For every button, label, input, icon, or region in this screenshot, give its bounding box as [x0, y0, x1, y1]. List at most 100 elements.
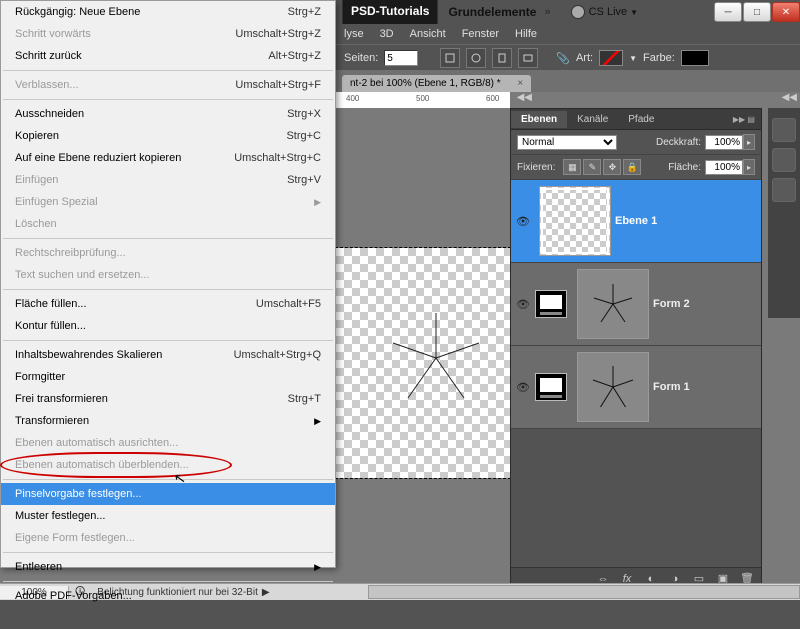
blend-mode-select[interactable]: Normal — [517, 135, 617, 150]
layer-fill-thumbnail[interactable] — [535, 373, 567, 401]
lock-pixels-icon[interactable]: ✎ — [583, 159, 601, 175]
mi-auto-align: Ebenen automatisch ausrichten... — [1, 432, 335, 454]
art-label: Art: — [576, 52, 593, 64]
menu-3d[interactable]: 3D — [380, 28, 394, 40]
layer-vectormask-thumbnail[interactable] — [577, 352, 649, 422]
cs-live-label: CS Live — [589, 6, 628, 18]
dock-strip — [768, 108, 800, 318]
flache-stepper[interactable]: ▸ — [743, 159, 755, 175]
cs-live-icon — [571, 5, 585, 19]
panel-collapse-icon[interactable]: ◀◀ — [517, 92, 532, 103]
ruler-tick: 500 — [416, 94, 429, 103]
main-menubar: lyse 3D Ansicht Fenster Hilfe — [336, 24, 800, 44]
panel-tabs: Ebenen Kanäle Pfade ▶▶ ▤ — [511, 109, 761, 130]
mi-paste-special: Einfügen Spezial▶ — [1, 191, 335, 213]
mi-auto-blend: Ebenen automatisch überblenden... — [1, 454, 335, 476]
fixieren-label: Fixieren: — [517, 162, 555, 173]
layer-row-form1[interactable]: 👁 Form 1 — [511, 346, 761, 429]
layout-option-4-icon[interactable] — [518, 48, 538, 68]
canvas-area[interactable] — [336, 108, 510, 548]
mi-undo[interactable]: Rückgängig: Neue EbeneStrg+Z — [1, 1, 335, 23]
ruler-horizontal: 400 500 600 — [336, 92, 510, 109]
options-bar: Seiten: 📎 Art: ▼ Farbe: — [336, 44, 800, 71]
layer-name[interactable]: Ebene 1 — [615, 215, 657, 227]
window-minimize-button[interactable]: ─ — [714, 2, 742, 22]
layout-option-3-icon[interactable] — [492, 48, 512, 68]
mi-free-transform[interactable]: Frei transformierenStrg+T — [1, 388, 335, 410]
layer-name[interactable]: Form 1 — [653, 381, 690, 393]
mi-stroke[interactable]: Kontur füllen... — [1, 315, 335, 337]
workspace-more-chevron-icon[interactable]: » — [544, 6, 550, 18]
flache-label: Fläche: — [668, 162, 701, 173]
farbe-swatch[interactable] — [681, 50, 709, 66]
tab-kanale[interactable]: Kanäle — [567, 111, 618, 128]
mi-define-brush[interactable]: Pinselvorgabe festlegen... — [1, 483, 335, 505]
dock-icon-3[interactable] — [772, 178, 796, 202]
dock-icon-2[interactable] — [772, 148, 796, 172]
layer-row-ebene1[interactable]: 👁 Ebene 1 — [511, 180, 761, 263]
layer-visibility-icon[interactable]: 👁 — [511, 381, 535, 394]
panel-menu-chevron-icon[interactable]: ▶▶ ▤ — [733, 115, 761, 124]
deckkraft-label: Deckkraft: — [656, 137, 701, 148]
deckkraft-input[interactable] — [705, 135, 743, 150]
layer-row-form2[interactable]: 👁 Form 2 — [511, 263, 761, 346]
seiten-label: Seiten: — [344, 52, 378, 64]
mi-transform[interactable]: Transformieren▶ — [1, 410, 335, 432]
mi-content-aware-scale[interactable]: Inhaltsbewahrendes SkalierenUmschalt+Str… — [1, 344, 335, 366]
farbe-label: Farbe: — [643, 52, 675, 64]
window-close-button[interactable]: ✕ — [772, 2, 800, 22]
tab-ebenen[interactable]: Ebenen — [511, 111, 567, 128]
tab-pfade[interactable]: Pfade — [618, 111, 664, 128]
mi-copy[interactable]: KopierenStrg+C — [1, 125, 335, 147]
document-tab-label: nt-2 bei 100% (Ebene 1, RGB/8) * — [350, 78, 501, 89]
menu-ansicht[interactable]: Ansicht — [410, 28, 446, 40]
menu-hilfe[interactable]: Hilfe — [515, 28, 537, 40]
lock-position-icon[interactable]: ✥ — [603, 159, 621, 175]
window-restore-button[interactable]: □ — [743, 2, 771, 22]
cs-live-button[interactable]: CS Live ▼ — [571, 5, 638, 19]
lock-transparency-icon[interactable]: ▦ — [563, 159, 581, 175]
flache-input[interactable] — [705, 160, 743, 175]
art-swatch[interactable] — [599, 50, 623, 66]
mi-purge[interactable]: Entleeren▶ — [1, 556, 335, 578]
mi-more-indicator[interactable]: ▾ — [1, 607, 335, 629]
workspace-grundelemente[interactable]: Grundelemente — [448, 5, 536, 19]
lock-all-icon[interactable]: 🔒 — [623, 159, 641, 175]
dock-icon-1[interactable] — [772, 118, 796, 142]
paperclip-icon[interactable]: 📎 — [556, 52, 570, 65]
mi-paste: EinfügenStrg+V — [1, 169, 335, 191]
app-topbar: PSD-Tutorials Grundelemente » CS Live ▼ … — [336, 0, 800, 24]
document-tab-close-icon[interactable]: × — [517, 78, 523, 89]
layer-visibility-icon[interactable]: 👁 — [511, 298, 535, 311]
mi-spellcheck: Rechtschreibprüfung... — [1, 242, 335, 264]
deckkraft-stepper[interactable]: ▸ — [743, 134, 755, 150]
canvas-star-shape — [386, 308, 486, 408]
ruler-tick: 600 — [486, 94, 499, 103]
edit-menu-dropdown: Rückgängig: Neue EbeneStrg+Z Schritt vor… — [0, 0, 336, 568]
layer-list: 👁 Ebene 1 👁 Form 2 👁 Form 1 — [511, 180, 761, 429]
seiten-input[interactable] — [384, 50, 418, 66]
layer-fill-thumbnail[interactable] — [535, 290, 567, 318]
mi-step-forward: Schritt vorwärtsUmschalt+Strg+Z — [1, 23, 335, 45]
mi-copy-merged[interactable]: Auf eine Ebene reduziert kopierenUmschal… — [1, 147, 335, 169]
mi-adobe-pdf-presets[interactable]: Adobe PDF-Vorgaben... — [1, 585, 335, 607]
layer-thumbnail[interactable] — [539, 186, 611, 256]
menu-analyse[interactable]: lyse — [344, 28, 364, 40]
mi-clear: Löschen — [1, 213, 335, 235]
layer-vectormask-thumbnail[interactable] — [577, 269, 649, 339]
mi-cut[interactable]: AusschneidenStrg+X — [1, 103, 335, 125]
dock-collapse-icon[interactable]: ◀◀ — [782, 92, 797, 103]
mi-step-backward[interactable]: Schritt zurückAlt+Strg+Z — [1, 45, 335, 67]
layers-panel: Ebenen Kanäle Pfade ▶▶ ▤ Normal Deckkraf… — [510, 108, 762, 590]
layer-name[interactable]: Form 2 — [653, 298, 690, 310]
layer-visibility-icon[interactable]: 👁 — [511, 215, 535, 228]
mi-puppet-warp[interactable]: Formgitter — [1, 366, 335, 388]
mi-define-pattern[interactable]: Muster festlegen... — [1, 505, 335, 527]
menu-fenster[interactable]: Fenster — [462, 28, 499, 40]
mi-fill[interactable]: Fläche füllen...Umschalt+F5 — [1, 293, 335, 315]
workspace-psd-tutorials[interactable]: PSD-Tutorials — [342, 0, 438, 25]
horizontal-scrollbar[interactable] — [368, 585, 800, 599]
document-tab[interactable]: nt-2 bei 100% (Ebene 1, RGB/8) * × — [342, 75, 531, 92]
layout-option-2-icon[interactable] — [466, 48, 486, 68]
layout-option-1-icon[interactable] — [440, 48, 460, 68]
